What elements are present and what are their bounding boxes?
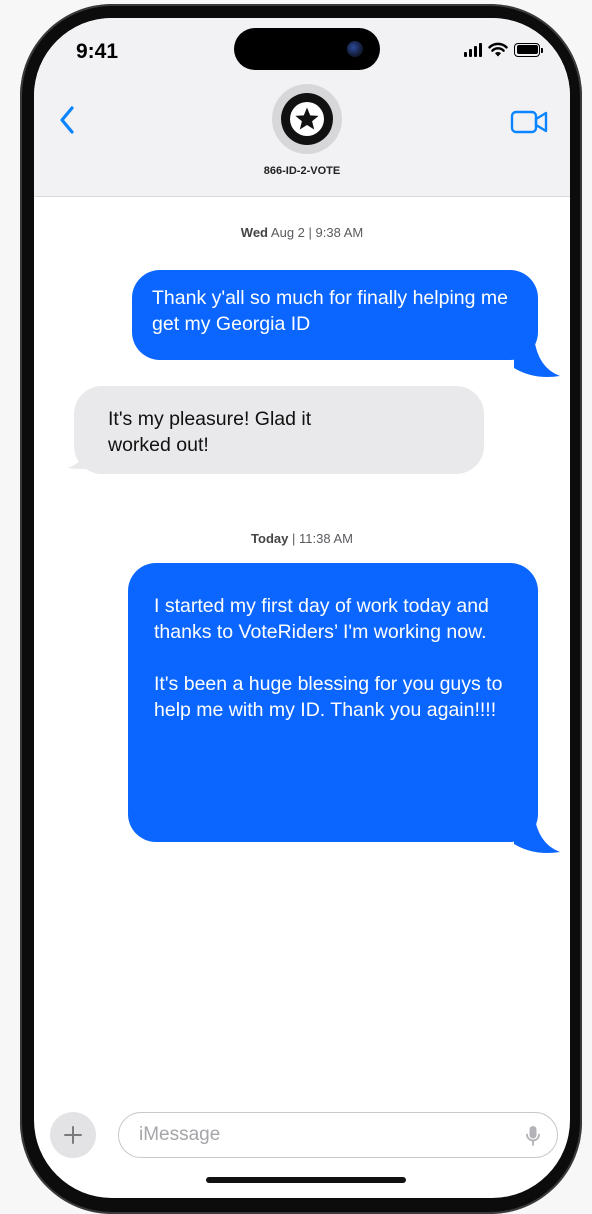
contact-name[interactable]: 866-ID-2-VOTE [34,165,570,177]
message-text: I started my first day of work today and… [154,595,489,643]
timestamp-day: Today [251,531,289,546]
status-time: 9:41 [76,40,119,63]
message-text: Thank y'all so much for finally helping … [152,287,508,335]
timestamp-day: Wed [240,225,269,240]
timestamp: Wed Aug 2 | 9:38 AM [34,225,570,240]
navigation-header: 9:41 866-ID-2-VOTE [34,18,570,197]
message-bubble-outgoing[interactable]: I started my first day of work today and… [128,563,538,842]
avatar [281,93,333,145]
chevron-left-icon [60,106,74,134]
video-camera-icon[interactable] [510,108,550,136]
star-icon [290,102,324,136]
wifi-icon [488,42,508,57]
message-bubble-incoming[interactable]: It's my pleasure! Glad it worked out! [74,386,484,474]
timestamp: Today | 11:38 AM [34,531,570,546]
message-input[interactable] [139,1124,499,1146]
message-text: It's my pleasure! Glad it worked out! [108,408,312,456]
message-field[interactable] [118,1112,558,1158]
signal-icon [464,42,482,57]
home-indicator[interactable] [206,1177,406,1183]
dynamic-island [234,28,380,70]
message-text: It's been a huge blessing for you guys t… [154,673,503,721]
phone-screen: 9:41 866-ID-2-VOTE Wed Aug 2 | 9:38 AM T… [34,18,570,1198]
timestamp-time: Aug 2 | 9:38 AM [270,225,364,240]
camera-lens-icon [347,41,363,57]
microphone-icon[interactable] [525,1125,541,1147]
add-attachment-button[interactable] [50,1112,96,1158]
plus-icon [64,1126,82,1144]
back-button[interactable] [52,100,82,140]
timestamp-time: | 11:38 AM [292,531,353,546]
battery-icon [514,42,543,57]
status-icons [464,42,543,57]
contact-avatar-button[interactable] [272,84,342,154]
message-bubble-outgoing[interactable]: Thank y'all so much for finally helping … [132,270,538,360]
